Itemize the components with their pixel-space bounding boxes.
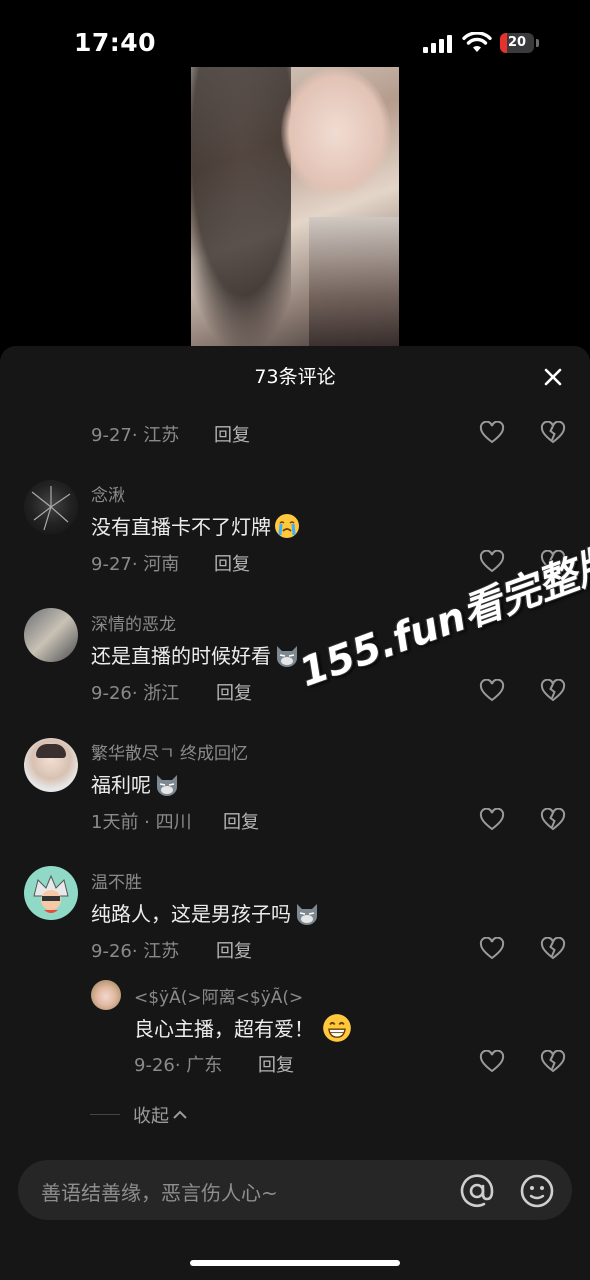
comment-text: 纯路人，这是男孩子吗 xyxy=(91,898,320,927)
avatar[interactable] xyxy=(24,608,78,662)
comment-text: 福利呢 xyxy=(91,769,180,798)
avatar[interactable] xyxy=(24,738,78,792)
wifi-icon xyxy=(462,32,492,52)
comments-panel: 73条评论 9-27· 江苏 回复 念湫 没有直播卡不了灯牌 9-27· 河南 … xyxy=(0,346,590,1280)
comment-username[interactable]: 念湫 xyxy=(91,481,125,506)
comment-date: 9-26· 广东 xyxy=(134,1055,223,1076)
reply-username[interactable]: <$ÿÃ(>阿离<$ÿÃ(> xyxy=(134,983,303,1008)
reply-text: 良心主播，超有爱！ xyxy=(134,1013,352,1043)
home-indicator[interactable] xyxy=(190,1260,400,1266)
emoji-icon[interactable] xyxy=(518,1172,556,1210)
avatar[interactable] xyxy=(24,866,78,920)
comments-count-title: 73条评论 xyxy=(254,366,336,388)
reply-button[interactable]: 回复 xyxy=(216,937,252,963)
comment-date: 1天前 · 四川 xyxy=(91,812,192,833)
comment-username[interactable]: 温不胜 xyxy=(91,868,142,893)
screen: 17:40 20 73条评论 9-27· 江苏 回复 念湫 没有直播卡不了灯牌 … xyxy=(0,0,590,1280)
battery-tip xyxy=(536,39,539,47)
reply-button[interactable]: 回复 xyxy=(216,679,252,705)
broken-heart-icon[interactable] xyxy=(540,421,566,445)
avatar[interactable] xyxy=(91,980,121,1010)
comment-text: 没有直播卡不了灯牌 xyxy=(91,511,300,540)
reply-button[interactable]: 回复 xyxy=(214,421,250,447)
cellular-signal-icon xyxy=(423,35,453,53)
broken-heart-icon[interactable] xyxy=(540,1050,566,1074)
reply-button[interactable]: 回复 xyxy=(223,808,259,834)
reply-button[interactable]: 回复 xyxy=(214,550,250,576)
comment-date: 9-27· 江苏 xyxy=(91,425,180,446)
heart-icon[interactable] xyxy=(479,679,505,703)
crying-face-icon xyxy=(275,514,299,538)
divider xyxy=(90,1114,120,1115)
comment-text: 还是直播的时候好看 xyxy=(91,640,300,669)
collapse-label: 收起 xyxy=(133,1106,169,1127)
comment-date: 9-26· 江苏 xyxy=(91,941,180,962)
comment-username[interactable]: 深情的恶龙 xyxy=(91,610,176,635)
status-time: 17:40 xyxy=(74,28,157,57)
heart-icon[interactable] xyxy=(479,421,505,445)
comment-input-placeholder: 善语结善缘，恶言伤人心~ xyxy=(41,1181,278,1205)
heart-icon[interactable] xyxy=(479,937,505,961)
broken-heart-icon[interactable] xyxy=(540,937,566,961)
battery-icon: 20 xyxy=(500,33,534,53)
broken-heart-icon[interactable] xyxy=(540,808,566,832)
mention-icon[interactable] xyxy=(458,1172,496,1210)
comment-date: 9-26· 浙江 xyxy=(91,683,180,704)
cat-face-icon xyxy=(157,775,177,796)
grinning-face-icon xyxy=(323,1014,351,1042)
heart-icon[interactable] xyxy=(479,808,505,832)
battery-percent: 20 xyxy=(507,35,527,50)
comment-username[interactable]: 繁华散尽ㄱ 终成回忆 xyxy=(91,739,248,764)
comment-input-bar[interactable]: 善语结善缘，恶言伤人心~ xyxy=(18,1160,572,1220)
comment-date: 9-27· 河南 xyxy=(91,554,180,575)
close-icon[interactable] xyxy=(538,362,568,392)
chevron-up-icon xyxy=(173,1110,187,1119)
heart-icon[interactable] xyxy=(479,1050,505,1074)
reply-button[interactable]: 回复 xyxy=(258,1051,294,1077)
cat-face-icon xyxy=(297,904,317,925)
avatar[interactable] xyxy=(24,480,78,534)
broken-heart-icon[interactable] xyxy=(540,679,566,703)
video-thumbnail[interactable] xyxy=(191,67,399,346)
